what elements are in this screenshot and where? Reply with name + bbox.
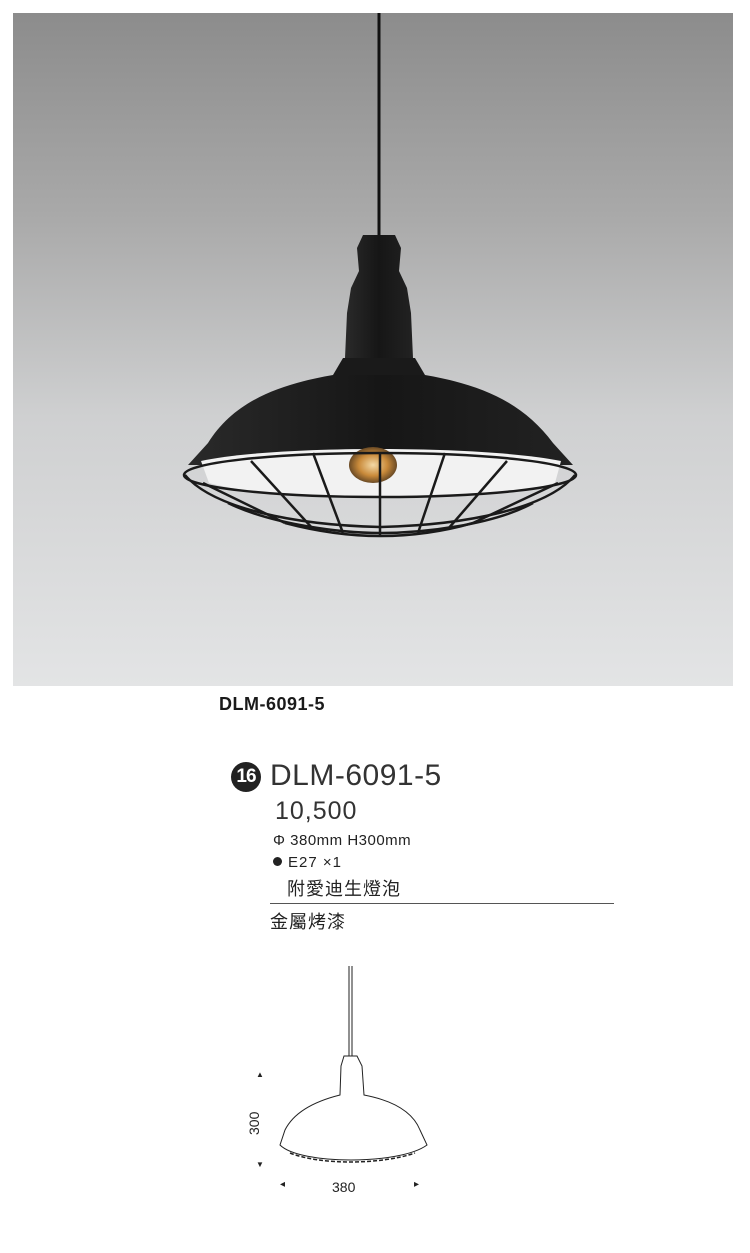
lamp-neck — [345, 235, 413, 358]
width-label: 380 — [332, 1179, 356, 1195]
price: 10,500 — [275, 797, 358, 825]
caption-model: DLM-6091-5 — [219, 694, 326, 714]
bulb-spec-text: E27 ×1 — [288, 854, 342, 871]
material: 金屬烤漆 — [270, 912, 346, 932]
arrow-right-icon: ▸ — [414, 1179, 420, 1190]
dimension-drawing: ▲ 300 ▼ ◂ 380 ▸ — [240, 960, 440, 1200]
product-photo — [13, 13, 733, 686]
arrow-up-icon: ▲ — [256, 1070, 264, 1079]
arrow-down-icon: ▼ — [256, 1160, 264, 1169]
bulb-note: 附愛迪生燈泡 — [287, 879, 401, 899]
arrow-left-icon: ◂ — [280, 1179, 286, 1190]
pendant-lamp-illustration — [182, 13, 578, 538]
bulb-spec: E27 ×1 — [273, 854, 342, 871]
item-number-badge: 16 — [231, 762, 261, 792]
bullet-icon — [273, 857, 282, 866]
divider — [270, 903, 614, 904]
lamp-outline-drawing — [279, 966, 428, 1163]
dimensions: Φ 380mm H300mm — [273, 832, 412, 849]
height-label: 300 — [246, 1111, 262, 1135]
model-number: DLM-6091-5 — [270, 759, 442, 792]
